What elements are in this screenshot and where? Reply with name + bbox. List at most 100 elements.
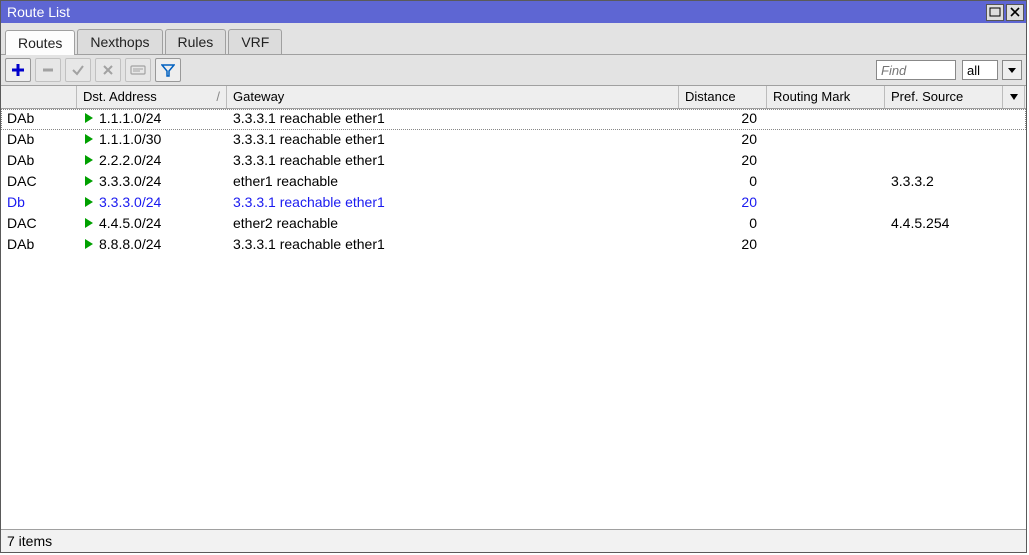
table-row[interactable]: DAb2.2.2.0/243.3.3.1 reachable ether120 <box>1 151 1026 172</box>
window-title: Route List <box>7 4 984 20</box>
cell-routing-mark <box>767 235 885 255</box>
cell-pref-source <box>885 109 1003 129</box>
tab-bar: Routes Nexthops Rules VRF <box>1 23 1026 55</box>
titlebar[interactable]: Route List <box>1 1 1026 23</box>
enable-button[interactable] <box>65 58 91 82</box>
close-button[interactable] <box>1006 4 1024 21</box>
tab-vrf[interactable]: VRF <box>228 29 282 54</box>
cell-flags: DAb <box>1 151 77 171</box>
cell-gateway: 3.3.3.1 reachable ether1 <box>227 109 679 129</box>
cell-gateway: ether2 reachable <box>227 214 679 234</box>
status-bar: 7 items <box>1 529 1026 552</box>
table-row[interactable]: Db3.3.3.0/243.3.3.1 reachable ether120 <box>1 193 1026 214</box>
dropdown-icon <box>1007 65 1017 75</box>
cell-spacer <box>1003 151 1025 171</box>
toolbar: all <box>1 55 1026 86</box>
scope-select[interactable]: all <box>962 60 998 80</box>
cell-gateway: ether1 reachable <box>227 172 679 192</box>
cell-distance: 0 <box>679 172 767 192</box>
cell-dst-address: 1.1.1.0/24 <box>77 109 227 129</box>
cell-dst-address: 3.3.3.0/24 <box>77 193 227 213</box>
cell-pref-source <box>885 235 1003 255</box>
cell-gateway: 3.3.3.1 reachable ether1 <box>227 151 679 171</box>
cell-routing-mark <box>767 172 885 192</box>
cell-distance: 20 <box>679 151 767 171</box>
header-routing-mark[interactable]: Routing Mark <box>767 86 885 108</box>
x-icon <box>101 63 115 77</box>
cell-spacer <box>1003 214 1025 234</box>
chevron-down-icon <box>1009 92 1019 102</box>
tab-nexthops[interactable]: Nexthops <box>77 29 162 54</box>
cell-dst-address: 2.2.2.0/24 <box>77 151 227 171</box>
route-list-window: Route List Routes Nexthops Rules VRF <box>0 0 1027 553</box>
table-row[interactable]: DAC4.4.5.0/24ether2 reachable04.4.5.254 <box>1 214 1026 235</box>
filter-button[interactable] <box>155 58 181 82</box>
table-header: Dst. Address / Gateway Distance Routing … <box>1 86 1026 109</box>
cell-spacer <box>1003 193 1025 213</box>
header-columns-menu[interactable] <box>1003 86 1025 108</box>
cell-routing-mark <box>767 214 885 234</box>
cell-routing-mark <box>767 109 885 129</box>
route-active-icon <box>85 134 93 144</box>
table-row[interactable]: DAb1.1.1.0/243.3.3.1 reachable ether120 <box>1 109 1026 130</box>
cell-flags: Db <box>1 193 77 213</box>
plus-icon <box>11 63 25 77</box>
table-body[interactable]: DAb1.1.1.0/243.3.3.1 reachable ether120D… <box>1 109 1026 529</box>
cell-dst-address: 4.4.5.0/24 <box>77 214 227 234</box>
cell-routing-mark <box>767 193 885 213</box>
disable-button[interactable] <box>95 58 121 82</box>
remove-button[interactable] <box>35 58 61 82</box>
cell-pref-source <box>885 130 1003 150</box>
cell-gateway: 3.3.3.1 reachable ether1 <box>227 193 679 213</box>
funnel-icon <box>161 63 175 77</box>
cell-distance: 20 <box>679 193 767 213</box>
table-row[interactable]: DAb1.1.1.0/303.3.3.1 reachable ether120 <box>1 130 1026 151</box>
route-active-icon <box>85 218 93 228</box>
find-input[interactable] <box>876 60 956 80</box>
tab-rules[interactable]: Rules <box>165 29 227 54</box>
item-count: 7 items <box>7 533 52 549</box>
header-distance[interactable]: Distance <box>679 86 767 108</box>
route-active-icon <box>85 176 93 186</box>
close-icon <box>1009 6 1021 18</box>
header-flags[interactable] <box>1 86 77 108</box>
route-active-icon <box>85 197 93 207</box>
header-gateway[interactable]: Gateway <box>227 86 679 108</box>
minimize-icon <box>989 7 1001 17</box>
cell-gateway: 3.3.3.1 reachable ether1 <box>227 130 679 150</box>
cell-flags: DAC <box>1 172 77 192</box>
cell-distance: 20 <box>679 235 767 255</box>
cell-routing-mark <box>767 151 885 171</box>
cell-pref-source <box>885 193 1003 213</box>
cell-flags: DAC <box>1 214 77 234</box>
header-dst-address[interactable]: Dst. Address / <box>77 86 227 108</box>
cell-spacer <box>1003 235 1025 255</box>
cell-dst-address: 8.8.8.0/24 <box>77 235 227 255</box>
scope-label: all <box>967 63 980 78</box>
cell-dst-address: 3.3.3.0/24 <box>77 172 227 192</box>
sort-indicator-icon: / <box>216 89 220 104</box>
cell-pref-source <box>885 151 1003 171</box>
cell-dst-address: 1.1.1.0/30 <box>77 130 227 150</box>
cell-flags: DAb <box>1 130 77 150</box>
route-active-icon <box>85 239 93 249</box>
minimize-button[interactable] <box>986 4 1004 21</box>
header-pref-source[interactable]: Pref. Source <box>885 86 1003 108</box>
comment-button[interactable] <box>125 58 151 82</box>
cell-pref-source: 4.4.5.254 <box>885 214 1003 234</box>
table-row[interactable]: DAC3.3.3.0/24ether1 reachable0 3.3.3.2 <box>1 172 1026 193</box>
add-button[interactable] <box>5 58 31 82</box>
scope-dropdown-button[interactable] <box>1002 60 1022 80</box>
tab-routes[interactable]: Routes <box>5 30 75 55</box>
cell-spacer <box>1003 172 1025 192</box>
check-icon <box>71 63 85 77</box>
comment-icon <box>130 64 146 76</box>
cell-distance: 20 <box>679 109 767 129</box>
cell-spacer <box>1003 130 1025 150</box>
cell-spacer <box>1003 109 1025 129</box>
table-row[interactable]: DAb8.8.8.0/243.3.3.1 reachable ether120 <box>1 235 1026 256</box>
route-active-icon <box>85 155 93 165</box>
cell-flags: DAb <box>1 109 77 129</box>
cell-flags: DAb <box>1 235 77 255</box>
cell-pref-source: 3.3.3.2 <box>885 172 1003 192</box>
